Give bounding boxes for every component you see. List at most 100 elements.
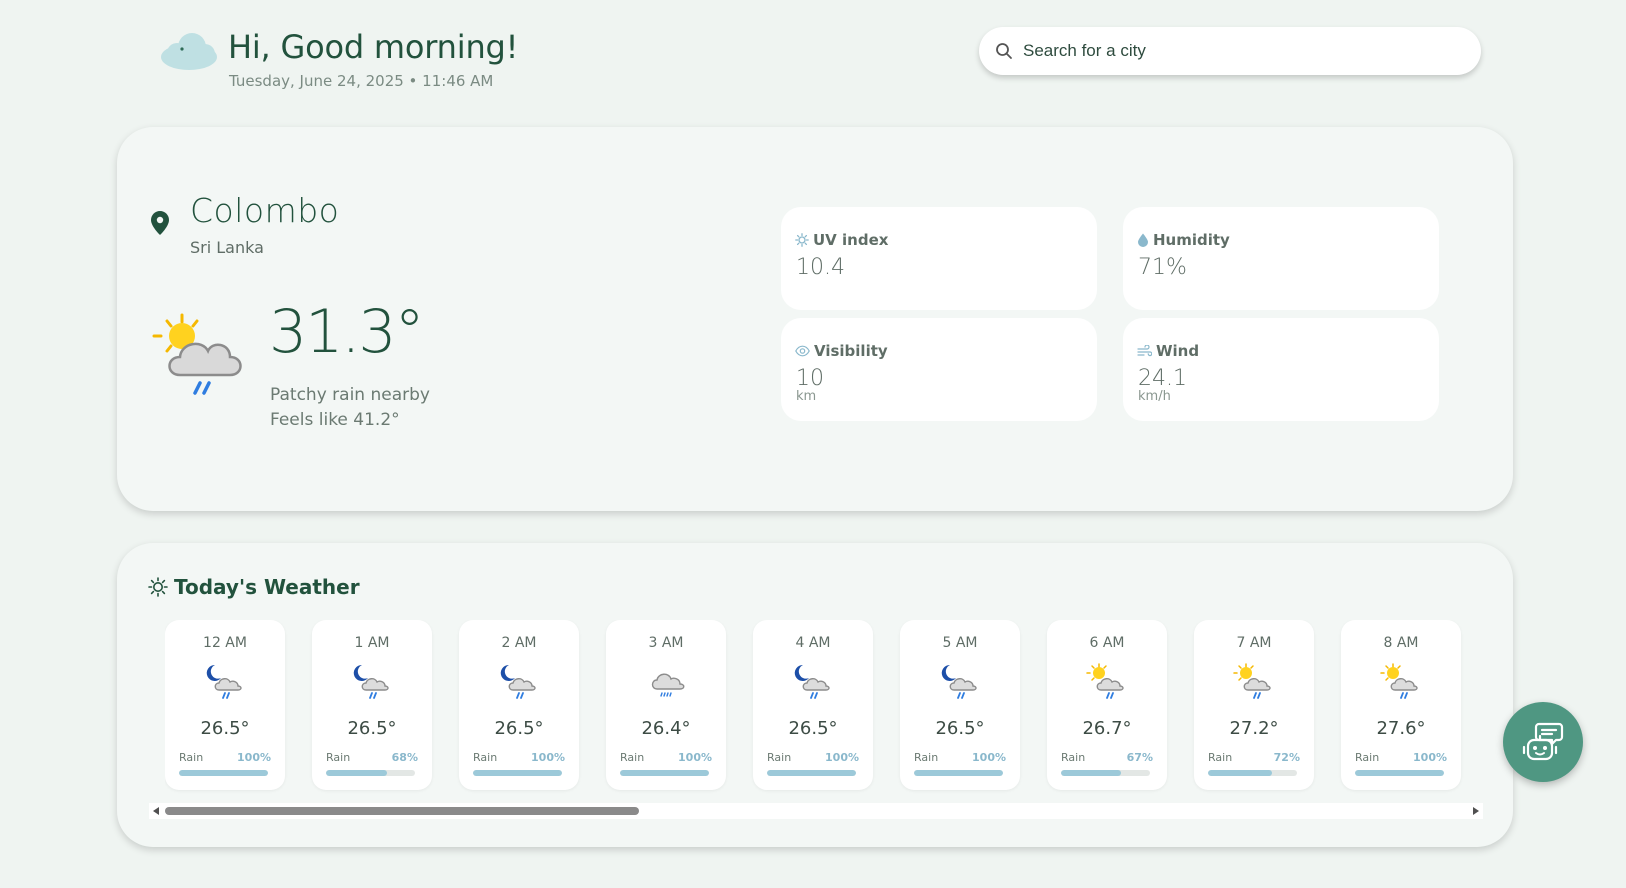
- hour-time: 7 AM: [1236, 635, 1272, 651]
- hour-temperature: 27.2°: [1229, 718, 1279, 739]
- rain-bar: [326, 770, 415, 776]
- wind-label: Wind: [1156, 342, 1200, 360]
- forecast-title: Today's Weather: [174, 575, 360, 599]
- hour-temperature: 26.5°: [200, 718, 250, 739]
- rain-chance: 100%: [531, 751, 565, 764]
- rain-bar: [473, 770, 562, 776]
- rain-bar-fill: [473, 770, 562, 776]
- rain-label: Rain: [620, 751, 645, 764]
- hourly-forecast-list[interactable]: 12 AM 26.5° Rain 100% 1 AM 26.5° Rain 68% 2 AM 26…: [165, 620, 1480, 798]
- hour-card: 6 AM 26.7° Rain 67%: [1047, 620, 1167, 790]
- hour-temperature: 26.4°: [641, 718, 691, 739]
- sun-cloud-rain-icon: [1232, 662, 1276, 702]
- hour-card: 3 AM 26.4° Rain 100%: [606, 620, 726, 790]
- rain-label: Rain: [179, 751, 204, 764]
- rain-label: Rain: [473, 751, 498, 764]
- wind-value: 24.1: [1138, 366, 1187, 391]
- rain-bar-fill: [1355, 770, 1444, 776]
- humidity-value: 71%: [1138, 255, 1187, 280]
- hour-time: 8 AM: [1383, 635, 1419, 651]
- sun-cloud-rain-icon: [1085, 662, 1129, 702]
- moon-cloud-rain-icon: [497, 662, 541, 702]
- hour-card: 4 AM 26.5° Rain 100%: [753, 620, 873, 790]
- current-datetime: Tuesday, June 24, 2025 • 11:46 AM: [229, 72, 494, 90]
- rain-bar-fill: [914, 770, 1003, 776]
- rain-bar: [1208, 770, 1297, 776]
- rain-chance: 67%: [1126, 751, 1153, 764]
- rain-bar-fill: [620, 770, 709, 776]
- rain-bar: [1355, 770, 1444, 776]
- rain-bar: [620, 770, 709, 776]
- sun-cloud-rain-icon: [1379, 662, 1423, 702]
- hour-time: 5 AM: [942, 635, 978, 651]
- hour-temperature: 26.5°: [935, 718, 985, 739]
- uv-index-value: 10.4: [796, 255, 845, 280]
- hour-card: 7 AM 27.2° Rain 72%: [1194, 620, 1314, 790]
- rain-bar: [914, 770, 1003, 776]
- horizontal-scrollbar[interactable]: [149, 803, 1483, 819]
- search-bar[interactable]: [979, 27, 1481, 75]
- location-pin-icon: [151, 211, 169, 235]
- rain-bar-fill: [1208, 770, 1273, 776]
- rain-bar-fill: [1061, 770, 1121, 776]
- search-icon: [996, 43, 1012, 59]
- visibility-unit: km: [796, 389, 817, 404]
- scroll-left-arrow[interactable]: [153, 807, 159, 815]
- rain-chance: 100%: [1413, 751, 1447, 764]
- moon-cloud-rain-icon: [350, 662, 394, 702]
- weather-condition: Patchy rain nearby: [270, 385, 430, 405]
- feels-like: Feels like 41.2°: [270, 410, 400, 430]
- search-input[interactable]: [1023, 41, 1463, 61]
- header: Hi, Good morning! Tuesday, June 24, 2025…: [158, 26, 1481, 96]
- hour-card: 2 AM 26.5° Rain 100%: [459, 620, 579, 790]
- hour-temperature: 27.6°: [1376, 718, 1426, 739]
- hour-temperature: 26.5°: [347, 718, 397, 739]
- current-temperature: 31.3°: [269, 297, 425, 367]
- wind-card: Wind 24.1 km/h: [1123, 318, 1439, 421]
- rain-label: Rain: [1355, 751, 1380, 764]
- rain-bar-fill: [179, 770, 268, 776]
- sun-icon: [795, 233, 809, 247]
- rain-chance: 72%: [1273, 751, 1300, 764]
- hour-temperature: 26.5°: [494, 718, 544, 739]
- scrollbar-thumb[interactable]: [165, 807, 639, 815]
- rain-label: Rain: [1061, 751, 1086, 764]
- wind-unit: km/h: [1138, 389, 1171, 404]
- sun-cloud-rain-icon: [152, 313, 242, 395]
- rain-label: Rain: [1208, 751, 1233, 764]
- humidity-card: Humidity 71%: [1123, 207, 1439, 310]
- hour-temperature: 26.7°: [1082, 718, 1132, 739]
- hour-card: 1 AM 26.5° Rain 68%: [312, 620, 432, 790]
- city-name: Colombo: [190, 191, 340, 230]
- moon-cloud-rain-icon: [938, 662, 982, 702]
- chatbot-button[interactable]: [1503, 702, 1583, 782]
- rain-bar-fill: [767, 770, 856, 776]
- chatbot-icon: [1522, 722, 1564, 761]
- rain-chance: 100%: [678, 751, 712, 764]
- rain-bar-fill: [326, 770, 387, 776]
- sun-icon: [148, 577, 168, 597]
- cloud-drizzle-icon: [644, 662, 688, 702]
- rain-bar: [767, 770, 856, 776]
- hour-time: 12 AM: [203, 635, 247, 651]
- greeting: Hi, Good morning!: [228, 28, 519, 66]
- rain-chance: 100%: [237, 751, 271, 764]
- droplet-icon: [1138, 233, 1148, 247]
- current-weather-card: Colombo Sri Lanka 31.3° Patchy rain near…: [117, 127, 1513, 511]
- eye-icon: [795, 345, 810, 357]
- rain-bar: [179, 770, 268, 776]
- visibility-value: 10: [796, 366, 824, 391]
- moon-cloud-rain-icon: [791, 662, 835, 702]
- rain-bar: [1061, 770, 1150, 776]
- rain-chance: 100%: [825, 751, 859, 764]
- hour-time: 2 AM: [501, 635, 537, 651]
- rain-label: Rain: [914, 751, 939, 764]
- humidity-label: Humidity: [1153, 231, 1230, 249]
- rain-chance: 100%: [972, 751, 1006, 764]
- hour-time: 4 AM: [795, 635, 831, 651]
- hour-card: 12 AM 26.5° Rain 100%: [165, 620, 285, 790]
- scroll-right-arrow[interactable]: [1473, 807, 1479, 815]
- country-name: Sri Lanka: [190, 238, 264, 257]
- hour-card: 5 AM 26.5° Rain 100%: [900, 620, 1020, 790]
- hour-time: 1 AM: [354, 635, 390, 651]
